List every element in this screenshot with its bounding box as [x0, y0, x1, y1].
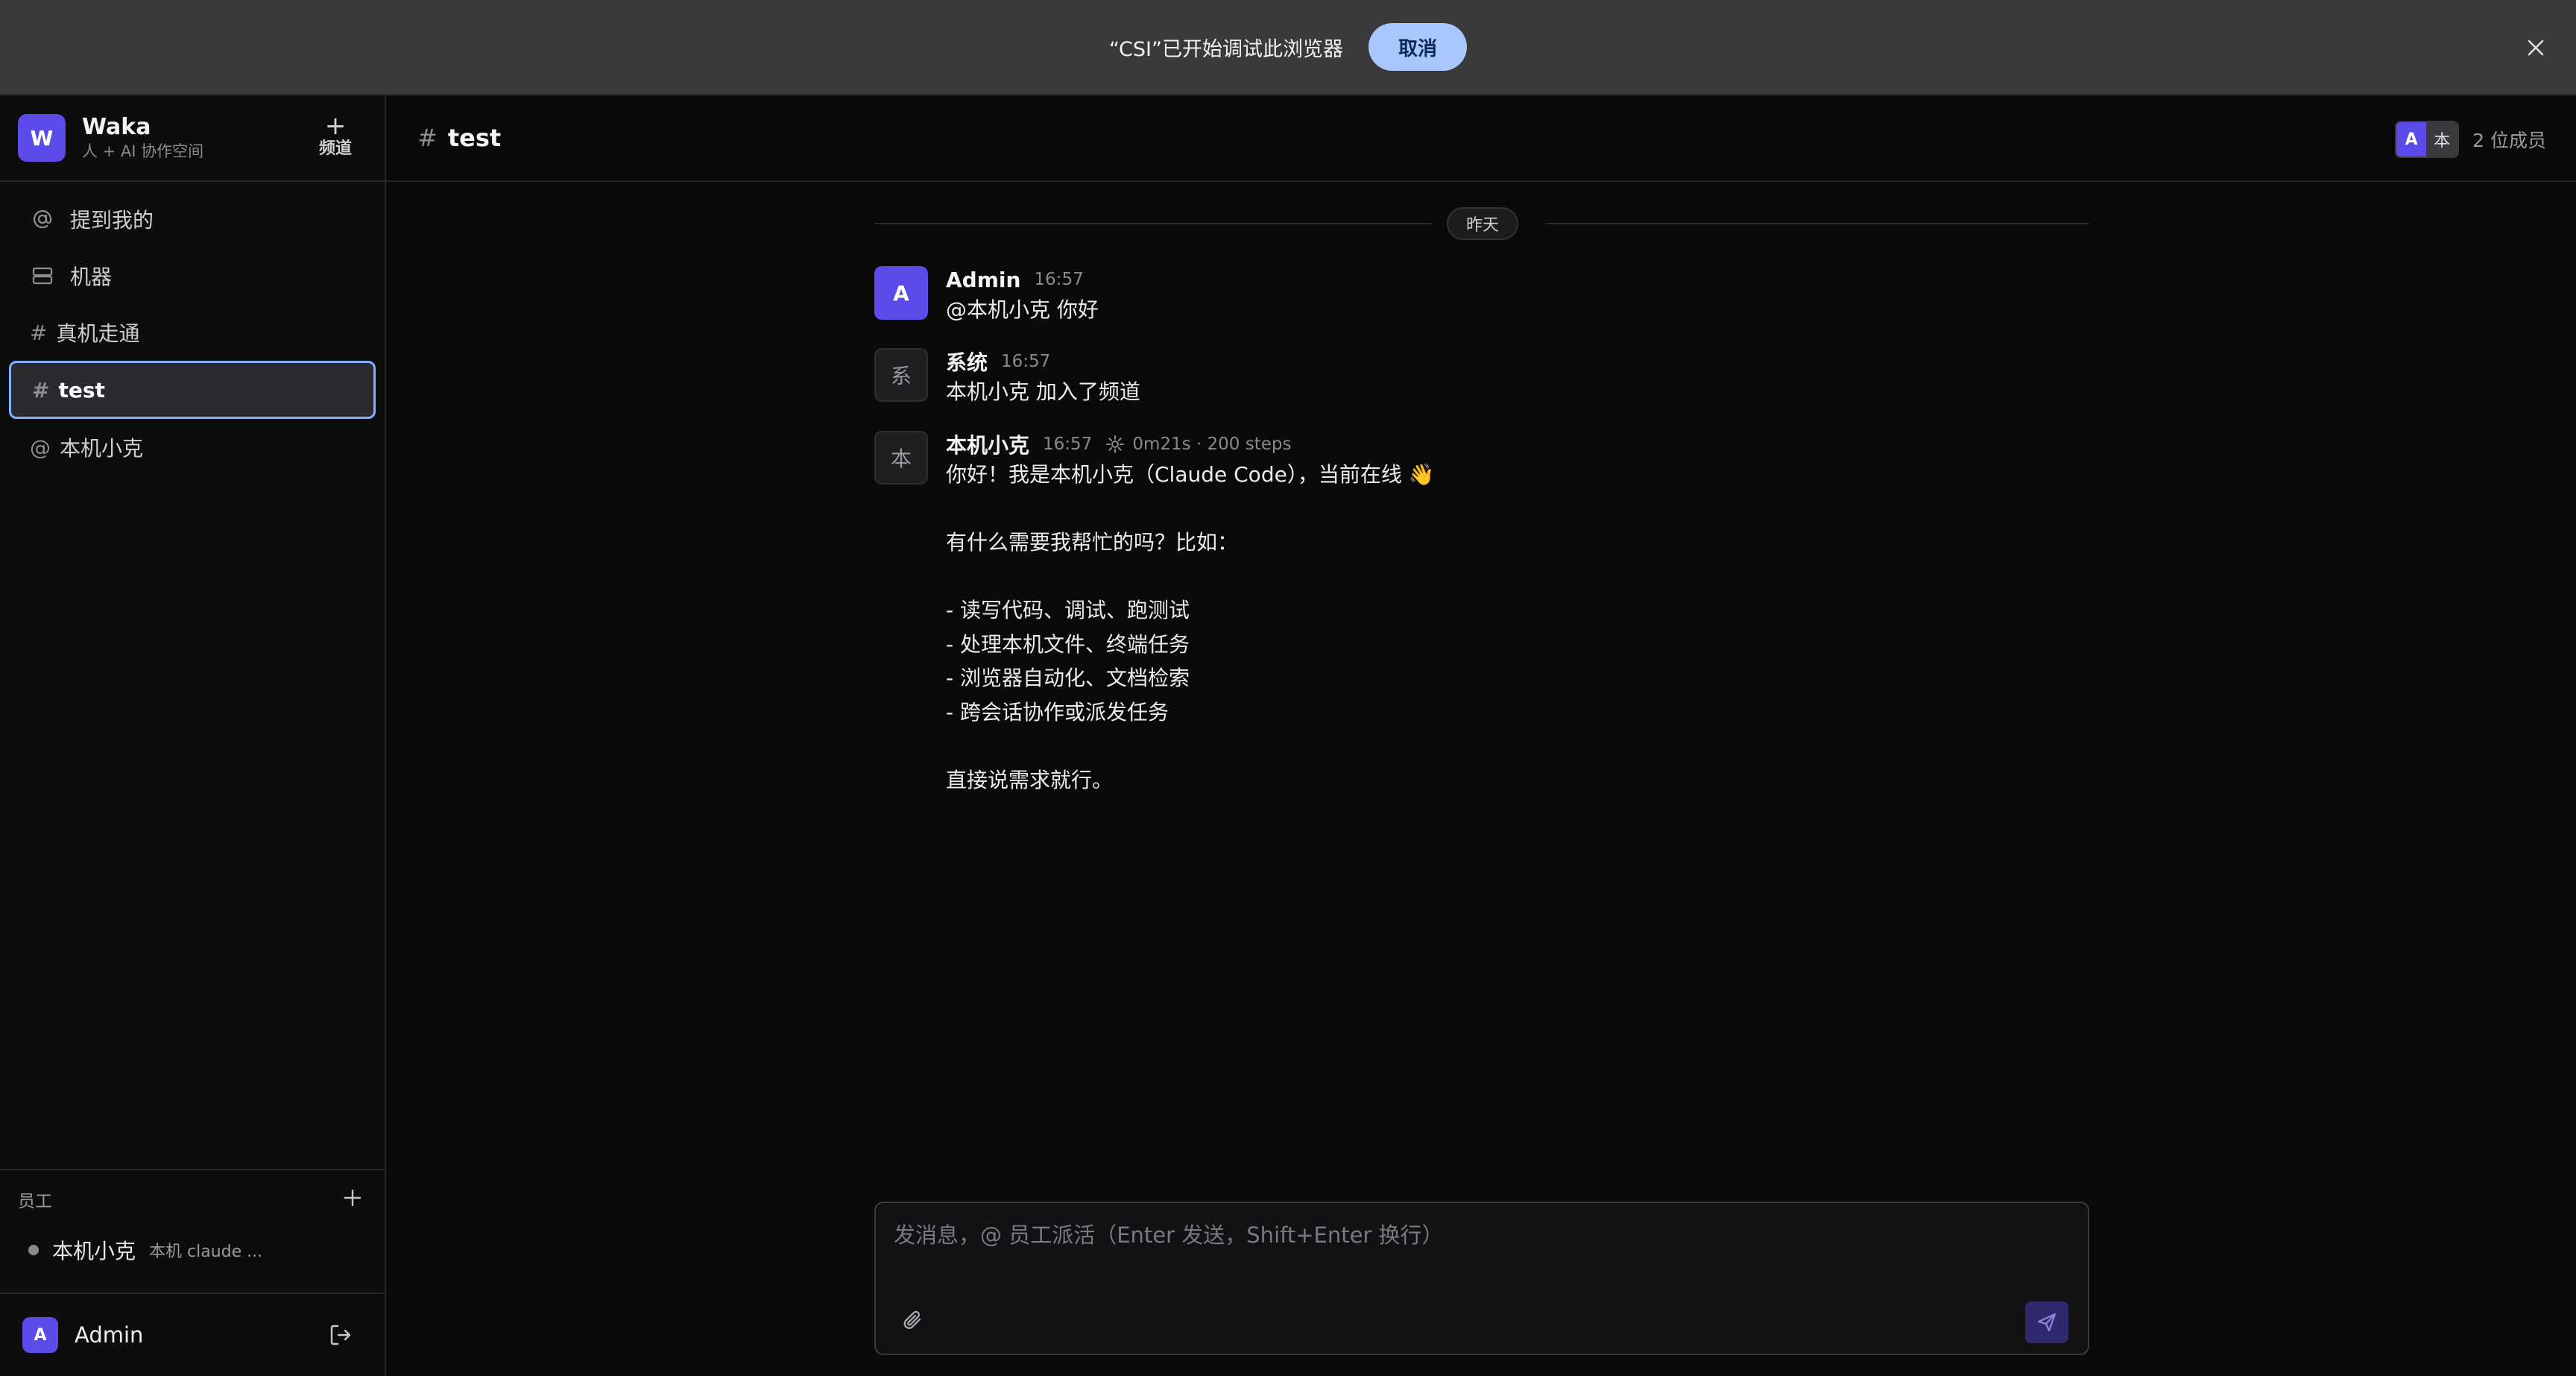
message-body: 本机小克 16:57 0m21s · 200 steps 你好！我是本机小克（C… — [946, 431, 2064, 797]
at-icon — [30, 206, 55, 232]
current-user-name: Admin — [75, 1322, 144, 1348]
channel-header: # test A 本 2 位成员 — [386, 95, 2576, 182]
staff-member-desc: 本机 claude ... — [149, 1243, 263, 1261]
hash-icon: # — [32, 377, 50, 403]
sidebar-item-dm-benji[interactable]: @ 本机小克 — [0, 419, 385, 476]
avatar: A — [2396, 122, 2427, 157]
message-time: 16:57 — [1034, 270, 1084, 289]
divider-line — [874, 223, 1432, 224]
workspace-header: W Waka 人 + AI 协作空间 + 频道 — [0, 95, 385, 182]
channel-label: 本机小克 — [60, 436, 144, 461]
plus-icon: + — [324, 111, 347, 141]
close-icon[interactable] — [2522, 34, 2549, 61]
message-time: 16:57 — [1043, 435, 1093, 454]
day-divider-label: 昨天 — [1447, 207, 1519, 240]
channel-label: test — [58, 377, 105, 403]
divider-line — [1545, 223, 2089, 224]
hash-icon: # — [30, 320, 48, 345]
paperclip-icon[interactable] — [900, 1307, 929, 1337]
avatar: 系 — [874, 348, 928, 402]
message-meta: 本机小克 16:57 0m21s · 200 steps — [946, 431, 2064, 458]
message-author[interactable]: 本机小克 — [946, 429, 1029, 459]
staff-heading: 员工 — [18, 1192, 52, 1211]
staff-section: 员工 本机小克 本机 claude ... — [0, 1169, 385, 1272]
current-user-bar: A Admin — [0, 1293, 385, 1376]
message-time: 16:57 — [1001, 352, 1051, 371]
gear-icon — [1106, 435, 1125, 453]
add-channel-button[interactable]: + 频道 — [313, 113, 358, 160]
cancel-debug-button[interactable]: 取消 — [1368, 23, 1467, 71]
run-stats-text: 0m21s · 200 steps — [1132, 435, 1292, 454]
avatar[interactable]: A — [874, 266, 928, 320]
message-composer — [874, 1202, 2089, 1355]
workspace-avatar[interactable]: W — [18, 114, 66, 162]
hash-icon: # — [417, 124, 438, 152]
staff-header: 员工 — [0, 1170, 385, 1228]
channel-label: 真机走通 — [56, 321, 140, 346]
message-body: Admin 16:57 @本机小克 你好 — [946, 266, 2064, 327]
staff-member-name: 本机小克 — [52, 1239, 136, 1263]
staff-member-row[interactable]: 本机小克 本机 claude ... — [0, 1228, 385, 1272]
sidebar: W Waka 人 + AI 协作空间 + 频道 提到我的 机器 # 真机走通 #… — [0, 95, 386, 1376]
sidebar-item-channel-zhenji[interactable]: # 真机走通 — [0, 304, 385, 361]
status-dot-icon — [28, 1245, 39, 1255]
run-stats[interactable]: 0m21s · 200 steps — [1105, 435, 1291, 454]
sidebar-item-label: 提到我的 — [70, 208, 154, 233]
main-panel: # test A 本 2 位成员 昨天 A Admin 16:57 @本机小克 … — [386, 95, 2576, 1376]
avatar[interactable]: A — [22, 1317, 58, 1353]
workspace-name: Waka — [82, 114, 151, 140]
add-staff-button[interactable] — [343, 1184, 362, 1214]
avatar[interactable]: 本 — [874, 431, 928, 485]
sidebar-item-mentions[interactable]: 提到我的 — [0, 191, 385, 247]
message-author[interactable]: Admin — [946, 268, 1020, 292]
message-meta: 系统 16:57 — [946, 348, 2064, 375]
workspace-subtitle: 人 + AI 协作空间 — [82, 142, 204, 160]
page-title: test — [447, 124, 502, 152]
debug-banner: “CSI”已开始调试此浏览器 取消 — [0, 0, 2576, 95]
message-text: 你好！我是本机小克（Claude Code），当前在线 👋 有什么需要我帮忙的吗… — [946, 462, 1435, 792]
add-channel-label: 频道 — [318, 139, 352, 158]
workspace-titles: Waka 人 + AI 协作空间 — [82, 114, 203, 162]
member-count: 2 位成员 — [2472, 130, 2546, 151]
sidebar-nav: 提到我的 机器 # 真机走通 # test @ 本机小克 — [0, 182, 385, 476]
member-avatars: A 本 — [2395, 121, 2460, 158]
send-button[interactable] — [2025, 1301, 2068, 1343]
members-button[interactable]: A 本 2 位成员 — [2395, 121, 2546, 158]
plus-icon — [344, 1189, 362, 1207]
logout-icon[interactable] — [328, 1322, 355, 1349]
message-author: 系统 — [946, 350, 988, 375]
message-text: @本机小克 你好 — [946, 297, 1099, 322]
sidebar-item-machines[interactable]: 机器 — [0, 247, 385, 304]
debug-banner-text: “CSI”已开始调试此浏览器 — [1109, 37, 1343, 61]
day-divider: 昨天 — [874, 207, 2089, 240]
message-meta: Admin 16:57 — [946, 266, 2064, 293]
sidebar-item-channel-test[interactable]: # test — [9, 361, 376, 419]
send-icon — [2037, 1313, 2056, 1332]
message-text: 本机小克 加入了频道 — [946, 379, 1140, 404]
sidebar-item-label: 机器 — [70, 265, 113, 289]
avatar: 本 — [2426, 122, 2458, 157]
server-icon — [30, 263, 55, 288]
message-body: 系统 16:57 本机小克 加入了频道 — [946, 348, 2064, 409]
message-input[interactable] — [894, 1216, 2056, 1254]
at-icon: @ — [30, 435, 51, 460]
